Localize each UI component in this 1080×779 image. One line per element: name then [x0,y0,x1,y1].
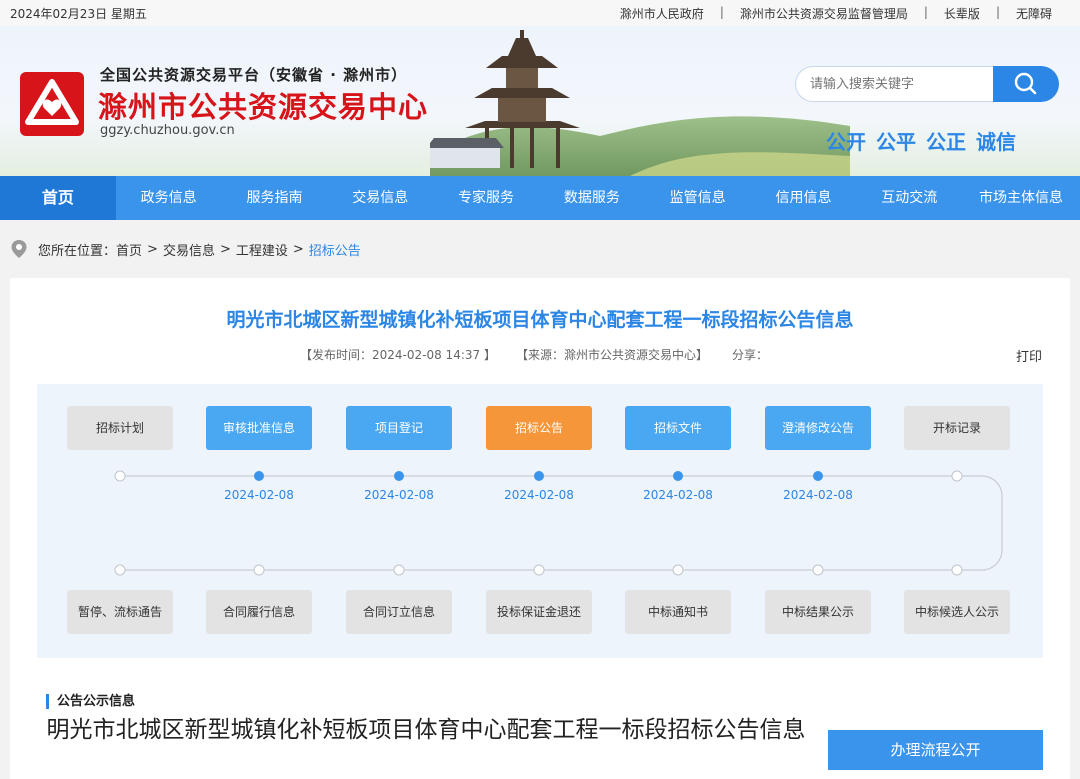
site-domain: ggzy.chuzhou.gov.cn [100,123,235,138]
divider: | [719,5,724,19]
step-clarification-notice[interactable]: 澄清修改公告 [765,406,871,450]
step-date: 2024-02-08 [504,488,574,502]
core-values: 公开 公平 公正 诚信 [826,126,1016,155]
nav-item-interaction[interactable]: 互动交流 [856,176,962,220]
step-date: 2024-02-08 [224,488,294,502]
nav-item-expert-service[interactable]: 专家服务 [433,176,539,220]
nav-item-market-entity[interactable]: 市场主体信息 [962,176,1080,220]
search-bar [795,66,1059,102]
meta-gap [496,346,516,363]
divider: | [995,5,1000,19]
nav-item-home[interactable]: 首页 [0,176,116,220]
link-supervision-bureau[interactable]: 滁州市公共资源交易监督管理局 [740,5,908,22]
breadcrumb-separator: > [292,241,304,257]
nav-item-trade-info[interactable]: 交易信息 [327,176,433,220]
breadcrumb-separator: > [219,241,231,257]
site-name: 滁州市公共资源交易中心 [98,90,429,124]
value-integrity: 诚信 [976,130,1016,154]
step-award-result[interactable]: 中标结果公示 [765,590,871,634]
search-button[interactable] [993,66,1059,102]
nav-item-credit-info[interactable]: 信用信息 [751,176,857,220]
breadcrumb-home[interactable]: 首页 [116,240,142,259]
location-pin-icon [11,240,27,258]
nav-item-supervision-info[interactable]: 监管信息 [645,176,751,220]
print-button[interactable]: 打印 [1016,346,1042,365]
step-approval-info[interactable]: 审核批准信息 [206,406,312,450]
link-accessibility[interactable]: 无障碍 [1016,5,1052,22]
current-date: 2024年02月23日 星期五 [10,7,147,21]
link-city-government[interactable]: 滁州市人民政府 [620,5,704,22]
step-bidding-notice[interactable]: 招标公告 [486,406,592,450]
step-contract-performance[interactable]: 合同履行信息 [206,590,312,634]
breadcrumb-separator: > [147,241,158,257]
step-date: 2024-02-08 [643,488,713,502]
step-deposit-refund[interactable]: 投标保证金退还 [486,590,592,634]
article-title: 明光市北城区新型城镇化补短板项目体育中心配套工程一标段招标公告信息 [226,309,854,331]
step-suspension-notice[interactable]: 暂停、流标通告 [67,590,173,634]
search-icon [1014,72,1037,95]
step-contract-signing[interactable]: 合同订立信息 [346,590,452,634]
publish-time: 【发布时间：2024-02-08 14:37 】 [300,348,496,362]
article-meta: 【发布时间：2024-02-08 14:37 】 【来源：滁州市公共资源交易中心… [300,346,768,363]
platform-slogan: 全国公共资源交易平台（安徽省 · 滁州市） [100,66,408,84]
breadcrumb-construction[interactable]: 工程建设 [236,240,288,259]
process-disclosure-box[interactable]: 办理流程公开 [828,730,1043,770]
link-elder-version[interactable]: 长辈版 [944,5,980,22]
main-nav: 首页 政务信息 服务指南 交易信息 专家服务 数据服务 监管信息 信用信息 互动… [0,176,1080,220]
value-just: 公正 [926,130,966,154]
step-bid-opening-record[interactable]: 开标记录 [904,406,1010,450]
notice-document-title: 明光市北城区新型城镇化补短板项目体育中心配套工程一标段招标公告信息 [46,717,806,743]
pavilion-banner-image [430,30,850,176]
value-fair: 公平 [876,130,916,154]
share-label[interactable]: 分享： [732,346,768,363]
step-bidding-document[interactable]: 招标文件 [625,406,731,450]
meta-gap [708,346,732,363]
step-project-registration[interactable]: 项目登记 [346,406,452,450]
process-flow: 招标计划 审核批准信息 项目登记 招标公告 招标文件 澄清修改公告 开标记录 2… [37,384,1043,658]
nav-item-service-guide[interactable]: 服务指南 [222,176,328,220]
breadcrumb: 您所在位置： 首页 > 交易信息 > 工程建设 > 招标公告 [10,238,361,260]
step-award-notice[interactable]: 中标通知书 [625,590,731,634]
step-winning-candidate[interactable]: 中标候选人公示 [904,590,1010,634]
nav-item-data-service[interactable]: 数据服务 [539,176,645,220]
step-date: 2024-02-08 [783,488,853,502]
step-bidding-plan[interactable]: 招标计划 [67,406,173,450]
search-input[interactable] [795,66,995,102]
section-label: 公告公示信息 [46,694,135,709]
step-date: 2024-02-08 [364,488,434,502]
divider: | [923,5,928,19]
breadcrumb-current[interactable]: 招标公告 [309,240,361,259]
nav-item-government-info[interactable]: 政务信息 [116,176,222,220]
breadcrumb-trade-info[interactable]: 交易信息 [163,240,215,259]
top-links: 滁州市人民政府 | 滁州市公共资源交易监督管理局 | 长辈版 | 无障碍 [620,5,1052,22]
article-source: 【来源：滁州市公共资源交易中心】 [515,348,708,362]
top-utility-bar: 2024年02月23日 星期五 滁州市人民政府 | 滁州市公共资源交易监督管理局… [0,0,1080,26]
article-card: 明光市北城区新型城镇化补短板项目体育中心配套工程一标段招标公告信息 【发布时间：… [10,278,1070,779]
value-open: 公开 [826,130,866,154]
site-header: 全国公共资源交易平台（安徽省 · 滁州市） 滁州市公共资源交易中心 ggzy.c… [0,26,1080,176]
breadcrumb-prefix: 您所在位置： [38,243,117,259]
site-logo-icon[interactable] [20,72,84,136]
